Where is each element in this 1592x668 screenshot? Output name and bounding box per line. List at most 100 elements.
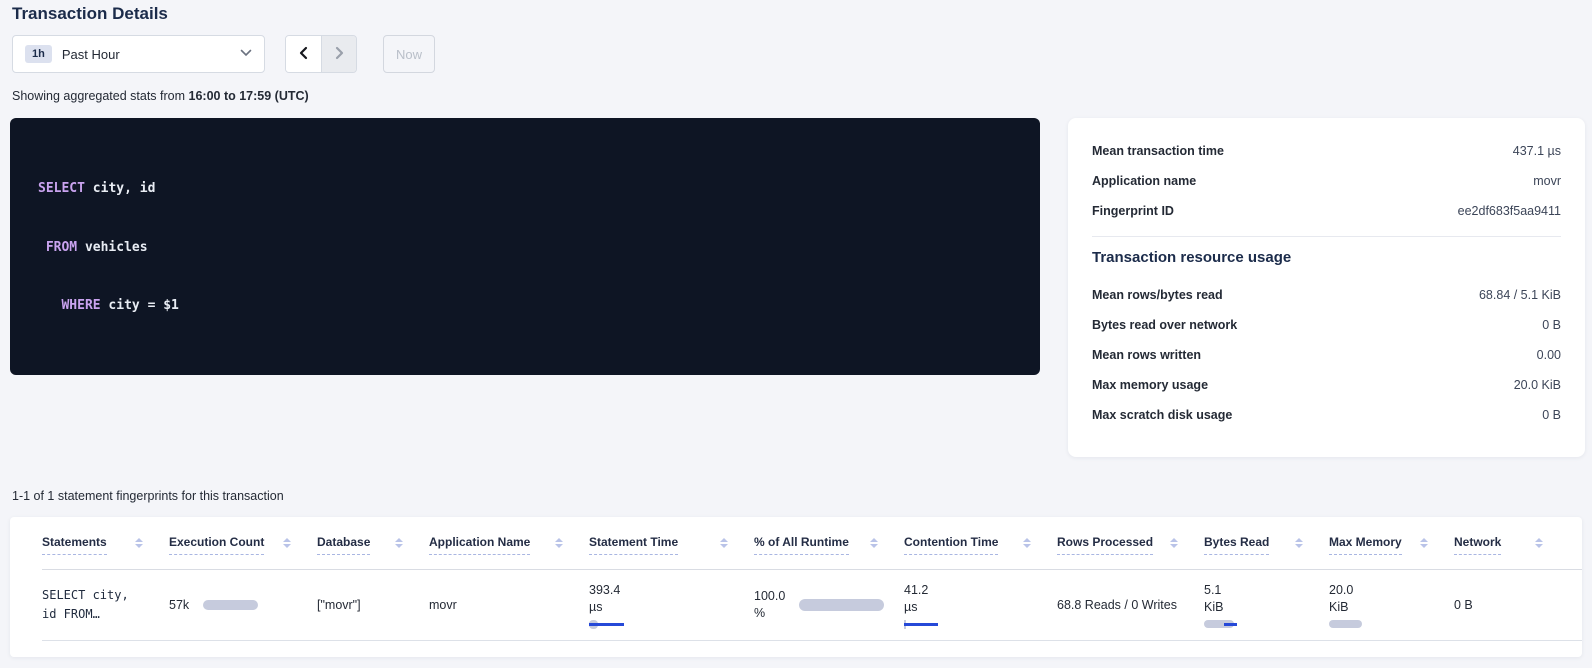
sort-icon[interactable] [283, 538, 291, 548]
summary-label: Mean rows/bytes read [1092, 288, 1223, 302]
table-row: SELECT city, id FROM… 57k ["movr"] movr … [42, 570, 1582, 641]
execution-count-value: 57k [169, 598, 189, 612]
summary-divider [1092, 236, 1561, 237]
column-header-runtime-pct: % of All Runtime [754, 535, 904, 569]
summary-row: Application name movr [1092, 166, 1561, 196]
statement-line: SELECT city, [42, 588, 129, 602]
column-header-label[interactable]: Rows Processed [1057, 535, 1153, 555]
time-range-dropdown[interactable]: 1h Past Hour [12, 35, 265, 73]
statement-time-unit: µs [589, 599, 734, 616]
column-header-rows-processed: Rows Processed [1057, 535, 1204, 569]
chevron-down-icon [240, 48, 252, 60]
summary-value: 68.84 / 5.1 KiB [1479, 288, 1561, 302]
transaction-summary-panel: Mean transaction time 437.1 µs Applicati… [1068, 118, 1585, 457]
column-header-label[interactable]: Statements [42, 535, 107, 555]
cell-rows-processed: 68.8 Reads / 0 Writes [1057, 570, 1204, 640]
database-value: ["movr"] [317, 598, 409, 612]
application-name-value: movr [429, 598, 569, 612]
sort-icon[interactable] [1023, 538, 1031, 548]
summary-row: Mean transaction time 437.1 µs [1092, 136, 1561, 166]
time-step-buttons [285, 35, 357, 73]
previous-time-button[interactable] [286, 36, 321, 72]
sort-icon[interactable] [1295, 538, 1303, 548]
summary-row: Fingerprint ID ee2df683f5aa9411 [1092, 196, 1561, 226]
cell-statement-time: 393.4 µs [589, 570, 754, 640]
time-range-label: Past Hour [62, 47, 230, 62]
sql-text: city, id [85, 181, 155, 196]
sort-icon[interactable] [135, 538, 143, 548]
column-header-statement-time: Statement Time [589, 535, 754, 569]
statement-line: id FROM… [42, 607, 100, 621]
cell-contention-time: 41.2 µs [904, 570, 1057, 640]
summary-row: Bytes read over network 0 B [1092, 310, 1561, 340]
transaction-sql-box: SELECT city, id FROM vehicles WHERE city… [10, 118, 1040, 375]
time-range-badge: 1h [25, 45, 52, 63]
column-header-label[interactable]: Application Name [429, 535, 530, 555]
sort-icon[interactable] [555, 538, 563, 548]
max-memory-unit: KiB [1329, 599, 1434, 616]
sort-icon[interactable] [720, 538, 728, 548]
network-value: 0 B [1454, 598, 1549, 612]
contention-time-bar [904, 620, 964, 629]
statement-time-value: 393.4 [589, 582, 734, 599]
column-header-statements: Statements [42, 535, 169, 569]
runtime-pct-value: 100.0 [754, 589, 785, 603]
summary-row: Max scratch disk usage 0 B [1092, 400, 1561, 430]
summary-value: 0 B [1542, 408, 1561, 422]
column-header-label[interactable]: Execution Count [169, 535, 264, 555]
column-header-execution-count: Execution Count [169, 535, 317, 569]
sort-icon[interactable] [1535, 538, 1543, 548]
sql-text: vehicles [77, 240, 147, 255]
column-header-bytes-read: Bytes Read [1204, 535, 1329, 569]
summary-label: Mean transaction time [1092, 144, 1224, 158]
sql-line: WHERE city = $1 [38, 296, 1012, 316]
column-header-label[interactable]: Bytes Read [1204, 535, 1269, 555]
column-header-network: Network [1454, 535, 1569, 569]
summary-label: Mean rows written [1092, 348, 1201, 362]
column-header-application-name: Application Name [429, 535, 589, 569]
column-header-label[interactable]: Max Memory [1329, 535, 1402, 555]
time-controls: 1h Past Hour Now [12, 35, 435, 73]
sql-keyword: FROM [46, 240, 77, 255]
page-title: Transaction Details [12, 4, 168, 24]
column-header-label[interactable]: Contention Time [904, 535, 998, 555]
statement-link[interactable]: SELECT city, id FROM… [42, 586, 149, 624]
sql-keyword: WHERE [61, 298, 100, 313]
chevron-left-icon [297, 46, 310, 63]
statement-time-bar [589, 620, 649, 629]
column-header-label[interactable]: Statement Time [589, 535, 678, 555]
max-memory-bar [1329, 620, 1362, 628]
statement-count-note: 1-1 of 1 statement fingerprints for this… [12, 489, 284, 503]
summary-value: 20.0 KiB [1514, 378, 1561, 392]
sql-text: city = $1 [101, 298, 179, 313]
cell-execution-count: 57k [169, 570, 317, 640]
next-time-button[interactable] [321, 36, 356, 72]
now-button[interactable]: Now [383, 35, 435, 73]
cell-database: ["movr"] [317, 570, 429, 640]
aggregated-stats-range: 16:00 to 17:59 (UTC) [189, 89, 309, 103]
aggregated-stats-prefix: Showing aggregated stats from [12, 89, 189, 103]
runtime-pct-bar [799, 599, 884, 611]
column-header-label[interactable]: % of All Runtime [754, 535, 849, 555]
summary-row: Mean rows/bytes read 68.84 / 5.1 KiB [1092, 280, 1561, 310]
sort-icon[interactable] [395, 538, 403, 548]
contention-time-unit: µs [904, 599, 1037, 616]
column-header-label[interactable]: Network [1454, 535, 1501, 555]
sql-keyword: SELECT [38, 181, 85, 196]
column-header-contention-time: Contention Time [904, 535, 1057, 569]
sort-icon[interactable] [870, 538, 878, 548]
chevron-right-icon [333, 46, 346, 63]
sql-line: SELECT city, id [38, 179, 1012, 199]
resource-usage-title: Transaction resource usage [1092, 249, 1561, 266]
column-header-max-memory: Max Memory [1329, 535, 1454, 569]
sort-icon[interactable] [1420, 538, 1428, 548]
summary-label: Bytes read over network [1092, 318, 1237, 332]
column-header-label[interactable]: Database [317, 535, 370, 555]
summary-value: ee2df683f5aa9411 [1458, 204, 1561, 218]
execution-count-bar [203, 600, 258, 610]
aggregated-stats-note: Showing aggregated stats from 16:00 to 1… [12, 89, 309, 103]
summary-label: Max scratch disk usage [1092, 408, 1232, 422]
cell-max-memory: 20.0 KiB [1329, 570, 1454, 640]
sort-icon[interactable] [1170, 538, 1178, 548]
summary-value: 0 B [1542, 318, 1561, 332]
